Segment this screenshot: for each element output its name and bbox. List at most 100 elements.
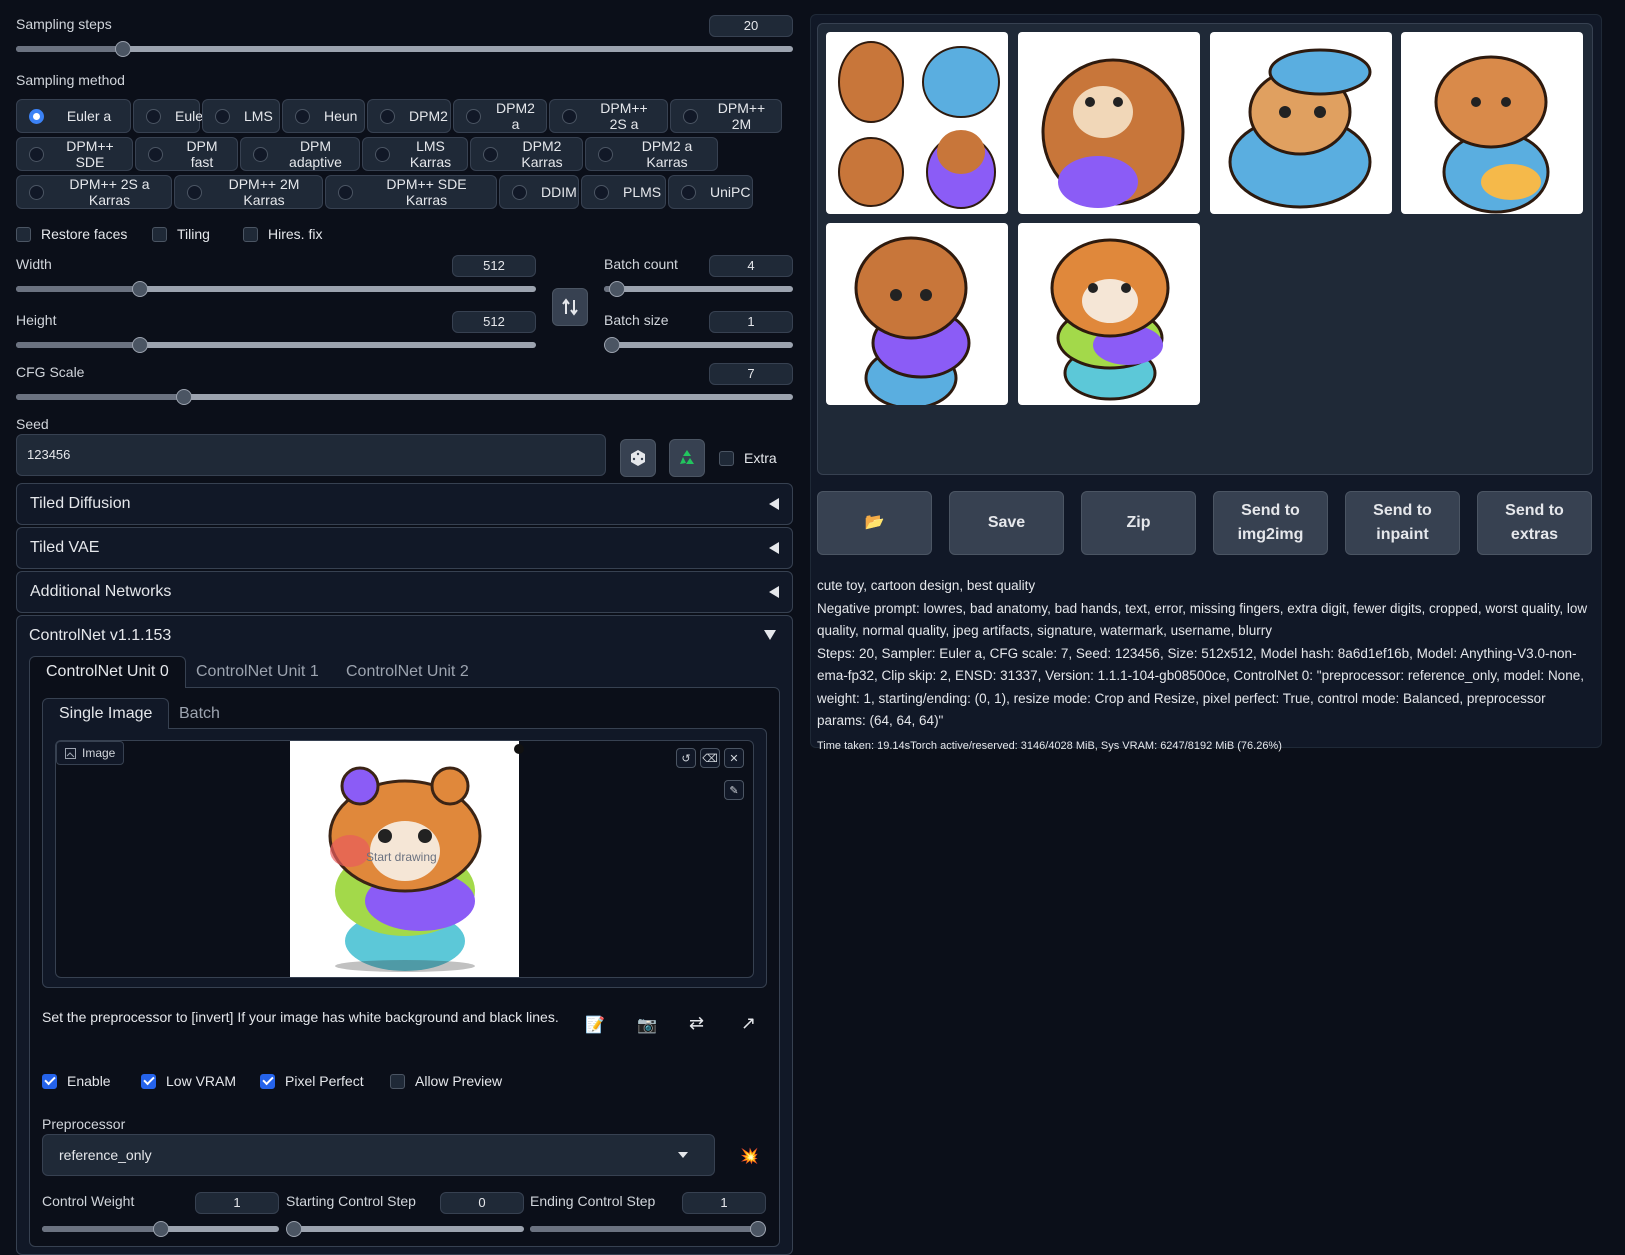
swap-arrows-icon bbox=[562, 298, 578, 316]
width-slider[interactable] bbox=[16, 281, 536, 297]
zip-button[interactable]: Zip bbox=[1081, 491, 1196, 555]
run-preprocessor-icon[interactable]: 💥 bbox=[740, 1147, 759, 1165]
tab-single-image[interactable]: Single Image bbox=[42, 698, 170, 729]
sampling-steps-input[interactable]: 20 bbox=[709, 15, 793, 37]
pixel-perfect-checkbox[interactable]: Pixel Perfect bbox=[260, 1073, 364, 1089]
seed-input[interactable]: 123456 bbox=[16, 434, 606, 476]
swap-dimensions-button[interactable] bbox=[552, 288, 588, 326]
sampling-method-option[interactable]: DPM++ 2S a Karras bbox=[16, 175, 172, 209]
generation-params-text: Steps: 20, Sampler: Euler a, CFG scale: … bbox=[817, 645, 1584, 729]
swap-icon[interactable]: ⇄ bbox=[689, 1013, 704, 1034]
control-weight-slider[interactable] bbox=[42, 1221, 279, 1237]
starting-step-slider[interactable] bbox=[286, 1221, 524, 1237]
tab-controlnet-unit-1[interactable]: ControlNet Unit 1 bbox=[196, 663, 319, 681]
sampling-method-option-label: DPM++ 2M bbox=[717, 100, 766, 132]
sampling-method-option[interactable]: DDIM bbox=[499, 175, 579, 209]
batch-size-slider[interactable] bbox=[604, 337, 793, 353]
gallery-image[interactable] bbox=[1018, 223, 1200, 405]
expand-arrow-icon[interactable] bbox=[764, 630, 776, 640]
camera-icon[interactable]: 📷 bbox=[637, 1015, 657, 1035]
sampling-method-option[interactable]: DPM++ SDE bbox=[16, 137, 133, 171]
send-to-img2img-button[interactable]: Send to img2img bbox=[1213, 491, 1328, 555]
sampling-method-option[interactable]: DPM2 bbox=[367, 99, 451, 133]
ending-step-slider[interactable] bbox=[530, 1221, 766, 1237]
open-folder-button[interactable]: 📂 bbox=[817, 491, 932, 555]
preprocessor-select[interactable]: reference_only bbox=[42, 1134, 715, 1176]
radio-icon bbox=[512, 184, 527, 200]
radio-icon bbox=[338, 184, 353, 200]
reuse-seed-button[interactable] bbox=[669, 439, 705, 477]
sampling-method-option-label: DPM++ SDE bbox=[66, 138, 114, 170]
ending-step-input[interactable]: 1 bbox=[682, 1192, 766, 1214]
gallery-image[interactable] bbox=[1018, 32, 1200, 214]
radio-icon bbox=[29, 184, 44, 200]
send-to-inpaint-button[interactable]: Send to inpaint bbox=[1345, 491, 1460, 555]
close-icon[interactable]: ✕ bbox=[724, 748, 744, 768]
cfg-scale-input[interactable]: 7 bbox=[709, 363, 793, 385]
cfg-scale-slider[interactable] bbox=[16, 389, 793, 405]
radio-icon bbox=[295, 108, 310, 124]
sampling-method-option[interactable]: UniPC bbox=[668, 175, 753, 209]
sampling-method-option[interactable]: LMS bbox=[202, 99, 280, 133]
additional-networks-accordion[interactable]: Additional Networks bbox=[16, 571, 793, 613]
hires-fix-label: Hires. fix bbox=[268, 226, 323, 242]
brush-cursor bbox=[514, 744, 524, 754]
save-button[interactable]: Save bbox=[949, 491, 1064, 555]
sampling-method-option-label: LMS bbox=[244, 108, 273, 124]
random-seed-button[interactable] bbox=[620, 439, 656, 477]
sampling-method-option[interactable]: DPM2 Karras bbox=[470, 137, 583, 171]
sampling-method-option[interactable]: DPM2 a bbox=[453, 99, 547, 133]
sampling-method-option[interactable]: Heun bbox=[282, 99, 365, 133]
allow-preview-checkbox[interactable]: Allow Preview bbox=[390, 1073, 502, 1089]
restore-faces-checkbox[interactable]: Restore faces bbox=[16, 226, 127, 242]
brush-icon[interactable]: ✎ bbox=[724, 780, 744, 800]
low-vram-checkbox[interactable]: Low VRAM bbox=[141, 1073, 236, 1089]
controlnet-title[interactable]: ControlNet v1.1.153 bbox=[29, 627, 171, 645]
sampling-method-option[interactable]: DPM++ SDE Karras bbox=[325, 175, 497, 209]
enable-checkbox[interactable]: Enable bbox=[42, 1073, 111, 1089]
sampling-method-option-label: Euler a bbox=[66, 108, 112, 124]
sampling-method-option[interactable]: DPM++ 2M bbox=[670, 99, 782, 133]
undo-icon[interactable]: ↺ bbox=[676, 748, 696, 768]
tiled-diffusion-accordion[interactable]: Tiled Diffusion bbox=[16, 483, 793, 525]
tiled-vae-accordion[interactable]: Tiled VAE bbox=[16, 527, 793, 569]
sampling-method-option[interactable]: DPM adaptive bbox=[240, 137, 360, 171]
sampling-method-option[interactable]: Euler a bbox=[16, 99, 131, 133]
enable-label: Enable bbox=[67, 1073, 111, 1089]
tab-controlnet-unit-0[interactable]: ControlNet Unit 0 bbox=[29, 656, 186, 688]
notepad-icon[interactable]: 📝 bbox=[585, 1015, 605, 1035]
send-dimensions-icon[interactable]: ↗ bbox=[741, 1013, 756, 1034]
gallery-image[interactable] bbox=[1401, 32, 1583, 214]
sampling-method-option[interactable]: PLMS bbox=[581, 175, 666, 209]
sampling-method-option[interactable]: DPM++ 2M Karras bbox=[174, 175, 323, 209]
send-to-extras-button[interactable]: Send to extras bbox=[1477, 491, 1592, 555]
tab-controlnet-unit-2[interactable]: ControlNet Unit 2 bbox=[346, 663, 469, 681]
sampling-method-option[interactable]: DPM++ 2S a bbox=[549, 99, 668, 133]
height-input[interactable]: 512 bbox=[452, 311, 536, 333]
extra-seed-checkbox[interactable]: Extra bbox=[719, 450, 777, 466]
gallery-thumbnail[interactable] bbox=[826, 32, 1008, 214]
width-input[interactable]: 512 bbox=[452, 255, 536, 277]
sampling-method-option-label: DPM++ SDE Karras bbox=[386, 176, 467, 208]
sampling-method-option[interactable]: Euler bbox=[133, 99, 208, 133]
batch-count-label: Batch count bbox=[604, 256, 678, 272]
eraser-icon[interactable]: ⌫ bbox=[700, 748, 720, 768]
sampling-steps-slider[interactable] bbox=[16, 41, 793, 57]
control-weight-input[interactable]: 1 bbox=[195, 1192, 279, 1214]
hires-fix-checkbox[interactable]: Hires. fix bbox=[243, 226, 322, 242]
image-label: Image bbox=[82, 746, 116, 760]
height-slider[interactable] bbox=[16, 337, 536, 353]
sampling-method-option[interactable]: DPM2 a Karras bbox=[585, 137, 718, 171]
tab-batch[interactable]: Batch bbox=[179, 705, 220, 723]
tiling-checkbox[interactable]: Tiling bbox=[152, 226, 210, 242]
sampling-method-option[interactable]: DPM fast bbox=[135, 137, 238, 171]
batch-count-slider[interactable] bbox=[604, 281, 793, 297]
sampling-method-option[interactable]: LMS Karras bbox=[362, 137, 468, 171]
batch-size-input[interactable]: 1 bbox=[709, 311, 793, 333]
gallery-image[interactable] bbox=[1210, 32, 1392, 214]
gallery-image[interactable] bbox=[826, 223, 1008, 405]
batch-count-input[interactable]: 4 bbox=[709, 255, 793, 277]
image-icon bbox=[65, 747, 76, 759]
starting-step-input[interactable]: 0 bbox=[440, 1192, 524, 1214]
sampling-method-option-label: PLMS bbox=[623, 184, 662, 200]
